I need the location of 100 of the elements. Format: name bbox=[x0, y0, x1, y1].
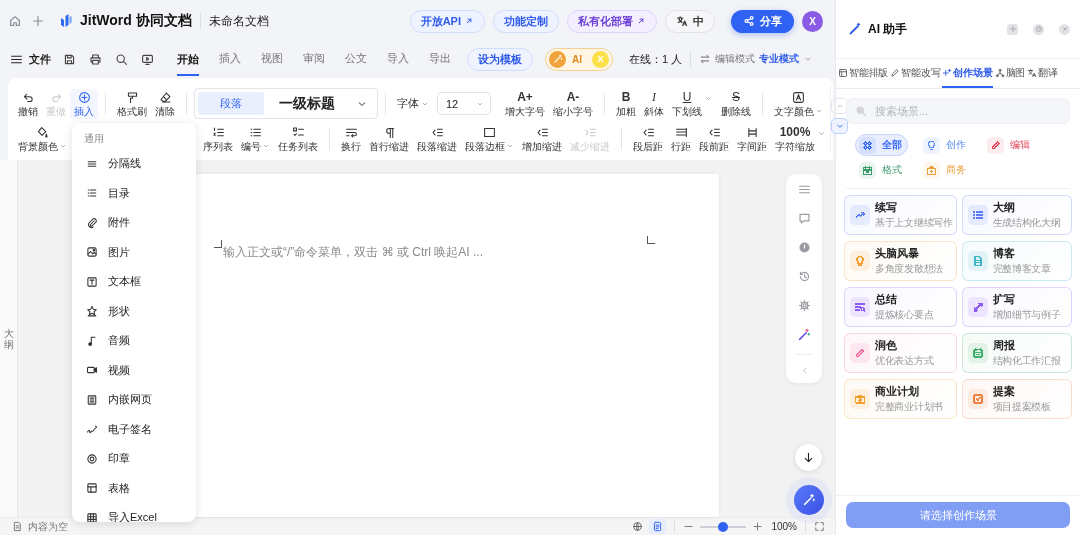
caret-icon[interactable] bbox=[817, 129, 826, 138]
tab[interactable]: 公文 bbox=[345, 42, 367, 76]
share-button[interactable]: 分享 bbox=[731, 9, 794, 33]
tab[interactable]: 审阅 bbox=[303, 42, 325, 76]
toolbar-button[interactable]: 100% 字符缩放 bbox=[771, 123, 819, 154]
toolbar-button[interactable]: 段后距 bbox=[629, 123, 667, 154]
toolbar-button[interactable]: U 下划线 bbox=[668, 88, 706, 119]
language-button[interactable]: 中 bbox=[665, 9, 715, 33]
toolbar-button[interactable]: 行距 bbox=[667, 123, 695, 154]
tab[interactable]: 创作场景 bbox=[942, 59, 993, 88]
scene-card[interactable]: 大纲 生成结构化大纲 bbox=[961, 195, 1072, 235]
scene-title: 续写 bbox=[875, 200, 898, 215]
plus-icon bbox=[1008, 25, 1017, 33]
plus-icon[interactable] bbox=[31, 14, 45, 28]
link-button[interactable]: 私有化部署 bbox=[567, 9, 657, 33]
magic-wand-icon[interactable] bbox=[797, 328, 811, 342]
printer-icon[interactable] bbox=[89, 52, 102, 66]
settings-icon[interactable] bbox=[797, 299, 811, 312]
toolbar-button[interactable]: 清除 bbox=[151, 88, 179, 119]
file-menu-button[interactable]: 文件 bbox=[10, 51, 51, 67]
comment-icon[interactable] bbox=[797, 212, 811, 225]
tab[interactable]: 插入 bbox=[219, 42, 241, 76]
font-size-select[interactable]: 12 bbox=[437, 92, 491, 115]
ai-assistant-button[interactable] bbox=[794, 485, 824, 515]
toolbar-button[interactable]: 增加缩进 bbox=[518, 123, 566, 154]
translate-icon bbox=[676, 15, 688, 27]
chevron-down-icon bbox=[834, 121, 845, 131]
scroll-down-button[interactable] bbox=[795, 444, 822, 471]
scene-card[interactable]: 商业计划 完整商业计划书 bbox=[844, 379, 957, 419]
toolbar-button[interactable]: 撤销 bbox=[14, 88, 42, 119]
toolbar-button[interactable]: 任务列表 bbox=[274, 123, 322, 154]
toolbar-button[interactable]: A+ 增大字号 bbox=[501, 88, 549, 119]
border-icon bbox=[483, 125, 496, 139]
toolbar-button[interactable]: 插入 bbox=[70, 88, 98, 119]
avatar[interactable]: X bbox=[802, 10, 823, 32]
scene-title: 扩写 bbox=[992, 292, 1016, 307]
toolbar-button[interactable]: 背景颜色 bbox=[14, 123, 71, 154]
toolbar-button[interactable]: 编号 bbox=[237, 123, 274, 154]
scene-card[interactable]: 总结 提炼核心要点 bbox=[844, 287, 957, 327]
toolbar-button[interactable]: 段前距 bbox=[695, 123, 733, 154]
search-field[interactable]: 搜索场景... bbox=[846, 98, 1070, 124]
zoom-in-icon[interactable] bbox=[752, 521, 764, 532]
link-button[interactable]: 开放API bbox=[409, 9, 485, 33]
filter-chip[interactable]: 全部 bbox=[855, 134, 908, 156]
style-option[interactable]: 段落 bbox=[198, 92, 264, 115]
scene-card[interactable]: 头脑风暴 多角度发散想法 bbox=[844, 241, 957, 281]
scene-card[interactable]: 博客 完整博客文章 bbox=[961, 241, 1072, 281]
tab[interactable]: 智能排版 bbox=[838, 59, 889, 88]
filter-chip[interactable]: 格式 bbox=[855, 159, 908, 181]
filter-chip[interactable]: 创作 bbox=[919, 134, 972, 156]
tab[interactable]: 导出 bbox=[429, 42, 451, 76]
wand-icon bbox=[549, 50, 566, 68]
scene-card[interactable]: 润色 优化表达方式 bbox=[844, 333, 957, 373]
toolbar-button[interactable]: 序列表 bbox=[199, 123, 237, 154]
tab[interactable]: 翻译 bbox=[1027, 59, 1058, 88]
toolbar-button[interactable]: 首行缩进 bbox=[365, 123, 413, 154]
scene-card[interactable]: 周报 结构化工作汇报 bbox=[961, 333, 1072, 373]
scene-card[interactable]: 扩写 增加细节与例子 bbox=[961, 287, 1072, 327]
search-icon bbox=[855, 105, 867, 117]
logo-icon bbox=[58, 13, 74, 29]
home-icon[interactable] bbox=[8, 14, 22, 28]
mode-label: 编辑模式 bbox=[715, 52, 756, 66]
mode-dropdown[interactable]: 专业模式 bbox=[759, 52, 814, 66]
toolbar-button[interactable]: B 加粗 bbox=[612, 88, 640, 119]
scene-card[interactable]: 续写 基于上文继续写作 bbox=[844, 195, 957, 235]
template-button[interactable]: 设为模板 bbox=[467, 47, 533, 71]
tab[interactable]: 导入 bbox=[387, 42, 409, 76]
new-chat-button[interactable] bbox=[1007, 23, 1018, 35]
search-icon[interactable] bbox=[115, 52, 128, 66]
toolbar-button[interactable]: S 删除线 bbox=[717, 88, 755, 119]
caret-icon[interactable] bbox=[704, 94, 713, 103]
toolbar-button[interactable]: A- 缩小字号 bbox=[549, 88, 597, 119]
toolbar-button[interactable]: 文字颜色 bbox=[770, 88, 827, 119]
toolbar-button[interactable]: I 斜体 bbox=[640, 88, 668, 119]
toolbar-button[interactable]: 格式刷 bbox=[113, 88, 151, 119]
slider-thumb[interactable] bbox=[718, 521, 729, 532]
scene-card[interactable]: 提案 项目提案模板 bbox=[961, 379, 1072, 419]
style-option[interactable]: 一级标题 bbox=[264, 92, 350, 115]
tab[interactable]: 脑图 bbox=[994, 59, 1026, 88]
view-mode-button[interactable] bbox=[649, 519, 667, 534]
scroll-down-button[interactable] bbox=[831, 118, 848, 134]
toolbar-button[interactable]: 段落边框 bbox=[461, 123, 518, 154]
history-button[interactable] bbox=[1033, 23, 1044, 35]
monitor-icon[interactable] bbox=[141, 52, 154, 66]
history-icon[interactable] bbox=[797, 270, 811, 283]
font-dropdown[interactable]: 字体 bbox=[397, 96, 429, 111]
toolbar-button[interactable]: 换行 bbox=[337, 123, 365, 154]
tab[interactable]: 智能改写 bbox=[890, 59, 941, 88]
filter-chip[interactable]: 编辑 bbox=[983, 134, 1036, 156]
outline-strip[interactable]: 大纲 bbox=[0, 160, 18, 517]
link-button[interactable]: 功能定制 bbox=[493, 9, 559, 33]
tab[interactable]: 开始 bbox=[177, 42, 199, 76]
save-icon[interactable] bbox=[63, 52, 76, 66]
tab[interactable]: 视图 bbox=[261, 42, 283, 76]
toolbar-button[interactable]: 段落缩进 bbox=[413, 123, 461, 154]
toolbar-button[interactable]: 字间距 bbox=[733, 123, 771, 154]
info-icon[interactable] bbox=[797, 241, 811, 254]
fullscreen-icon[interactable] bbox=[814, 521, 825, 532]
close-button[interactable] bbox=[1059, 23, 1070, 35]
list-icon[interactable] bbox=[797, 183, 811, 196]
